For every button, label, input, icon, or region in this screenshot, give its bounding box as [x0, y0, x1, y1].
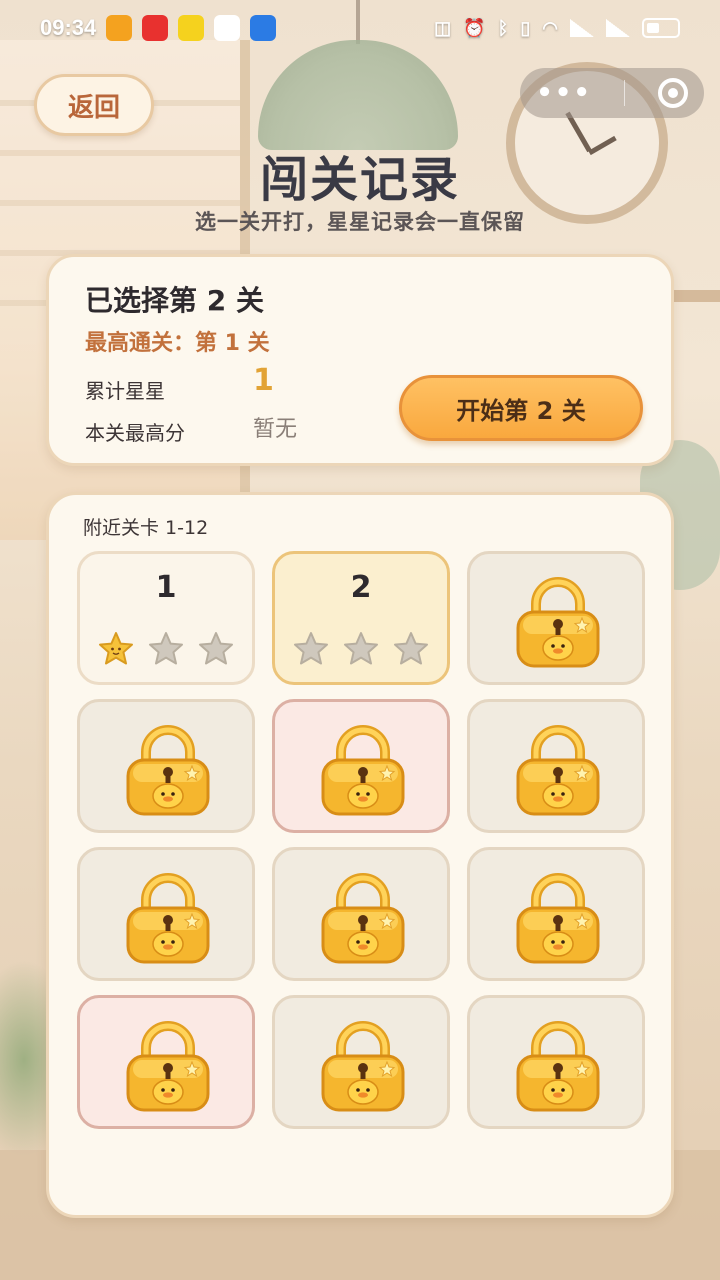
star-empty-icon: [392, 630, 430, 668]
selected-level-title: 已选择第 2 关: [85, 284, 264, 317]
nfc-icon: ◫: [434, 17, 452, 38]
background-lamp: [258, 40, 458, 150]
app-icon-5: [250, 15, 277, 41]
status-time: 09:34: [40, 15, 97, 40]
level-cell-locked[interactable]: [467, 699, 645, 833]
best-score-label: 本关最高分: [85, 421, 185, 445]
levels-panel: 附近关卡 1-12 1 2: [46, 492, 674, 1218]
lock-icon: [124, 724, 212, 816]
lock-icon: [124, 1020, 212, 1112]
level-number: 2: [350, 570, 372, 605]
best-clear-text: 最高通关：第 1 关: [85, 331, 270, 356]
lock-icon: [319, 724, 407, 816]
level-cell-locked[interactable]: [272, 699, 450, 833]
lock-icon: [319, 1020, 407, 1112]
lock-icon: [514, 724, 602, 816]
page-subtitle: 选一关开打，星星记录会一直保留: [195, 210, 525, 234]
close-target-icon[interactable]: [657, 78, 688, 108]
lock-icon: [514, 872, 602, 964]
signal-icon-2: [606, 19, 630, 37]
app-icon-2: [142, 15, 169, 41]
lock-icon: [319, 872, 407, 964]
best-score-value: 暂无: [253, 417, 298, 442]
total-stars-label: 累计星星: [85, 379, 165, 403]
level-cell-locked[interactable]: [467, 847, 645, 981]
bluetooth-icon: ᛒ: [497, 17, 509, 38]
alarm-icon: ⏰: [463, 17, 486, 38]
level-cell-locked[interactable]: [272, 847, 450, 981]
lock-icon: [124, 872, 212, 964]
level-cell-locked[interactable]: [272, 995, 450, 1129]
level-cell-locked[interactable]: [467, 551, 645, 685]
level-cell-locked[interactable]: [467, 995, 645, 1129]
star-filled-icon: [97, 630, 135, 668]
capsule-menu: •••: [520, 68, 704, 118]
total-stars-value: 1: [253, 363, 274, 398]
start-level-button[interactable]: 开始第 2 关: [399, 375, 643, 441]
level-cell-1[interactable]: 1: [77, 551, 255, 685]
level-info-card: 已选择第 2 关 最高通关：第 1 关 累计星星 1 本关最高分 暂无 开始第 …: [46, 254, 674, 466]
back-button[interactable]: 返回: [34, 74, 154, 136]
capsule-divider: [624, 80, 626, 106]
star-empty-icon: [342, 630, 380, 668]
level-cell-2[interactable]: 2: [272, 551, 450, 685]
status-bar: 09:34 ◫ ⏰ ᛒ ▯ ◠: [0, 0, 720, 56]
level-stars: [80, 630, 252, 668]
status-indicators: ◫ ⏰ ᛒ ▯ ◠: [434, 18, 680, 39]
app-icon-3: [178, 15, 205, 41]
vibrate-icon: ▯: [520, 17, 531, 38]
levels-range-label: 附近关卡 1-12: [83, 517, 209, 539]
lock-icon: [514, 1020, 602, 1112]
more-icon[interactable]: •••: [536, 78, 592, 108]
level-stars: [275, 630, 447, 668]
level-cell-locked[interactable]: [77, 847, 255, 981]
star-empty-icon: [147, 630, 185, 668]
star-empty-icon: [292, 630, 330, 668]
star-empty-icon: [197, 630, 235, 668]
level-cell-locked[interactable]: [77, 995, 255, 1129]
level-cell-locked[interactable]: [77, 699, 255, 833]
signal-icon: [570, 19, 594, 37]
lock-icon: [514, 576, 602, 668]
wifi-icon: ◠: [542, 17, 558, 38]
app-icon-1: [106, 15, 133, 41]
page-title: 闯关记录: [259, 152, 460, 208]
battery-icon: [642, 18, 680, 38]
app-icon-4: [214, 15, 241, 41]
level-number: 1: [155, 570, 177, 605]
